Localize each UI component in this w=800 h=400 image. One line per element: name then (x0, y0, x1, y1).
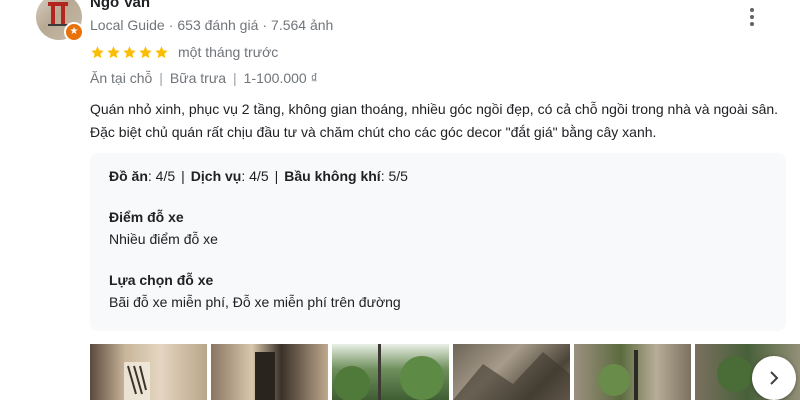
sub-ratings: Đồ ăn: 4/5 | Dịch vụ: 4/5 | Bầu không khí: 5… (109, 168, 408, 184)
star-icon (139, 45, 152, 58)
reviewer-photo-count: 7.564 ảnh (271, 17, 334, 33)
score-food-label: Đồ ăn (109, 168, 148, 184)
score-service-label: Dịch vụ (190, 168, 242, 184)
star-icon (155, 45, 168, 58)
photo-courtyard-icon (598, 350, 638, 400)
score-atmosphere-value: 5/5 (388, 168, 408, 184)
star-icon (123, 45, 136, 58)
tag-meal-type: Bữa trưa (169, 70, 227, 86)
review-photo[interactable] (90, 344, 207, 400)
avatar-logo-icon (48, 2, 68, 26)
photo-interior-icon (255, 352, 275, 400)
reviewer-meta: Local Guide · 653 đánh giá · 7.564 ảnh (90, 17, 334, 33)
review-photo[interactable] (453, 344, 570, 400)
review-tags: Ăn tại chỗ | Bữa trưa | 1-100.000 ₫ (90, 70, 318, 86)
review-photos (90, 344, 800, 400)
parking-options-value: Bãi đỗ xe miễn phí, Đỗ xe miễn phí trên … (109, 294, 401, 310)
photo-garden-icon (334, 344, 444, 400)
more-options-button[interactable] (742, 6, 762, 28)
review-text: Quán nhỏ xinh, phục vụ 2 tầng, không gia… (90, 101, 779, 140)
photos-next-button[interactable] (752, 356, 796, 400)
star-rating (90, 45, 169, 60)
review-photo[interactable] (211, 344, 328, 400)
star-icon (91, 45, 104, 58)
parking-label: Điểm đỗ xe (109, 209, 184, 225)
review-photo[interactable] (574, 344, 691, 400)
tag-dining-mode: Ăn tại chỗ (90, 70, 153, 86)
reviewer-avatar[interactable]: ★ (36, 0, 84, 42)
more-vert-icon (750, 8, 754, 12)
review-details-panel: Đồ ăn: 4/5 | Dịch vụ: 4/5 | Bầu không khí: 5… (90, 153, 786, 331)
review-photo[interactable] (332, 344, 449, 400)
reviewer-badge: Local Guide (90, 17, 165, 33)
review-time: một tháng trước (178, 44, 279, 60)
reviewer-name[interactable]: Ngo Van (90, 0, 150, 11)
parking-value: Nhiều điểm đỗ xe (109, 231, 218, 247)
star-icon (107, 45, 120, 58)
tag-price-range: 1-100.000 ₫ (243, 70, 318, 86)
photo-decor-icon (124, 362, 150, 400)
chevron-right-icon (770, 371, 779, 385)
photo-stairs-icon (453, 352, 570, 400)
score-food-value: 4/5 (155, 168, 176, 184)
rating-row: một tháng trước (90, 44, 278, 60)
parking-options-label: Lựa chọn đỗ xe (109, 272, 214, 288)
score-service-value: 4/5 (249, 168, 269, 184)
local-guide-star-icon: ★ (64, 22, 84, 42)
score-atmosphere-label: Bầu không khí (284, 168, 381, 184)
reviewer-review-count: 653 đánh giá (177, 17, 259, 33)
